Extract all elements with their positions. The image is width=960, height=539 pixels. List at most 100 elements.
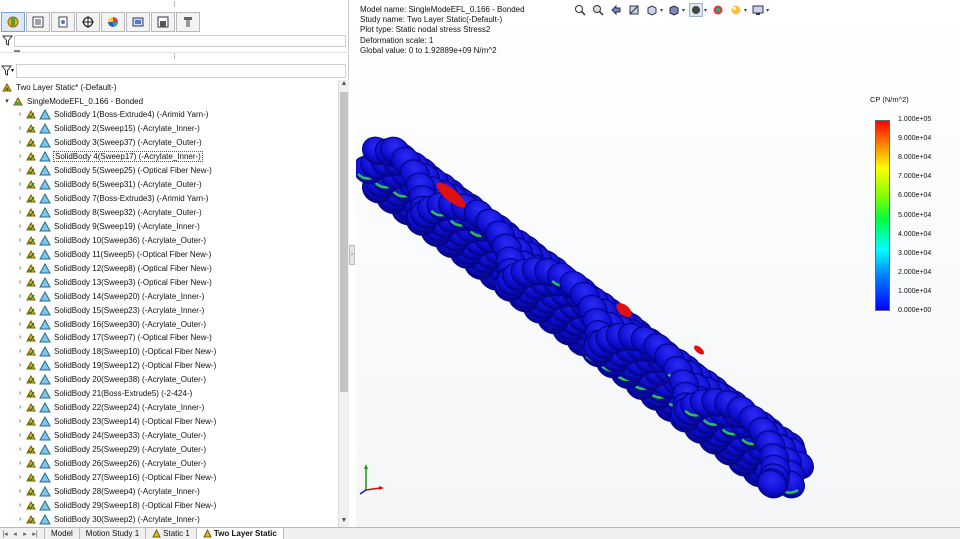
view-orientation-icon[interactable] <box>645 3 659 17</box>
expand-arrow-icon[interactable]: › <box>15 488 25 495</box>
tab-2[interactable]: Static 1 <box>146 528 197 539</box>
tab-dimxpert[interactable] <box>76 12 100 32</box>
expand-arrow-icon[interactable]: › <box>15 139 25 146</box>
expand-arrow-icon[interactable]: › <box>15 446 25 453</box>
solid-body-item[interactable]: › SolidBody 1(Boss-Extrude4) (-Arimid Yar… <box>0 108 338 122</box>
collapse-arrow-icon[interactable]: ▾ <box>2 97 12 105</box>
tab-display-manager[interactable] <box>151 12 175 32</box>
expand-arrow-icon[interactable]: › <box>15 279 25 286</box>
expand-arrow-icon[interactable]: › <box>15 376 25 383</box>
panel-grip-middle[interactable]: ⁝ <box>0 52 349 62</box>
solid-body-item[interactable]: › SolidBody 27(Sweep16) (-Optical Fiber N… <box>0 470 338 484</box>
solid-body-item[interactable]: › SolidBody 6(Sweep31) (-Acrylate_Outer-) <box>0 178 338 192</box>
dropdown-caret-icon[interactable]: ▾ <box>660 7 663 14</box>
tab-configuration-manager[interactable] <box>51 12 75 32</box>
previous-view-icon[interactable] <box>609 3 623 17</box>
tree-part[interactable]: ▾ SingleModeEFL_0.166 - Bonded <box>0 94 338 108</box>
expand-arrow-icon[interactable]: › <box>15 293 25 300</box>
filter-input[interactable] <box>16 64 346 78</box>
expand-arrow-icon[interactable]: › <box>15 265 25 272</box>
expand-arrow-icon[interactable]: › <box>15 237 25 244</box>
display-style-icon[interactable] <box>667 3 681 17</box>
tree-root-study[interactable]: Two Layer Static* (-Default-) <box>0 80 338 94</box>
expand-arrow-icon[interactable]: › <box>15 418 25 425</box>
edit-appearance-icon[interactable] <box>711 3 725 17</box>
expand-arrow-icon[interactable]: › <box>15 321 25 328</box>
tab-0[interactable]: Model <box>45 528 80 539</box>
expand-arrow-icon[interactable]: › <box>15 460 25 467</box>
expand-arrow-icon[interactable]: › <box>15 516 25 523</box>
next-tab-icon[interactable]: ▸ <box>20 530 30 538</box>
filter-input-top[interactable] <box>14 35 346 47</box>
view-settings-icon[interactable] <box>751 3 765 17</box>
dropdown-caret-icon[interactable]: ▾ <box>766 7 769 14</box>
expand-arrow-icon[interactable]: › <box>15 195 25 202</box>
expand-arrow-icon[interactable]: › <box>15 125 25 132</box>
solid-body-item[interactable]: › SolidBody 3(Sweep37) (-Acrylate_Outer-) <box>0 136 338 150</box>
solid-body-item[interactable]: › SolidBody 7(Boss-Extrude3) (-Arimid Yar… <box>0 192 338 206</box>
dropdown-caret-icon[interactable]: ▾ <box>682 7 685 14</box>
section-view-icon[interactable] <box>627 3 641 17</box>
solid-body-item[interactable]: › SolidBody 30(Sweep2) (-Acrylate_Inner-) <box>0 512 338 526</box>
tab-1[interactable]: Motion Study 1 <box>80 528 147 539</box>
expand-arrow-icon[interactable]: › <box>15 348 25 355</box>
expand-arrow-icon[interactable]: › <box>15 209 25 216</box>
solid-body-item[interactable]: › SolidBody 8(Sweep32) (-Acrylate_Outer-) <box>0 206 338 220</box>
scroll-down-icon[interactable]: ▼ <box>339 517 349 527</box>
solid-body-item[interactable]: › SolidBody 19(Sweep12) (-Optical Fiber N… <box>0 359 338 373</box>
solid-body-item[interactable]: › SolidBody 14(Sweep20) (-Acrylate_Inner-… <box>0 289 338 303</box>
tab-simulation-study[interactable] <box>1 12 25 32</box>
expand-arrow-icon[interactable]: › <box>15 404 25 411</box>
solid-body-item[interactable]: › SolidBody 13(Sweep3) (-Optical Fiber Ne… <box>0 275 338 289</box>
solid-body-item[interactable]: › SolidBody 10(Sweep36) (-Acrylate_Outer-… <box>0 233 338 247</box>
scroll-thumb[interactable] <box>340 92 348 392</box>
expand-arrow-icon[interactable]: › <box>15 251 25 258</box>
solid-body-item[interactable]: › SolidBody 15(Sweep23) (-Acrylate_Inner-… <box>0 303 338 317</box>
dropdown-caret-icon[interactable]: ▾ <box>744 7 747 14</box>
solid-body-item[interactable]: › SolidBody 25(Sweep29) (-Acrylate_Outer-… <box>0 443 338 457</box>
tab-camview[interactable] <box>126 12 150 32</box>
solid-body-item[interactable]: › SolidBody 16(Sweep30) (-Acrylate_Outer-… <box>0 317 338 331</box>
solid-body-item[interactable]: › SolidBody 9(Sweep19) (-Acrylate_Inner-) <box>0 220 338 234</box>
filter-icon[interactable] <box>2 35 13 46</box>
expand-arrow-icon[interactable]: › <box>15 181 25 188</box>
tree-scrollbar[interactable]: ▲ ▼ <box>338 80 349 527</box>
solid-body-item[interactable]: › SolidBody 5(Sweep25) (-Optical Fiber Ne… <box>0 164 338 178</box>
zoom-to-fit-icon[interactable] <box>573 3 587 17</box>
expand-arrow-icon[interactable]: › <box>15 223 25 230</box>
hide-show-items-icon[interactable] <box>689 3 704 17</box>
solid-body-item[interactable]: › SolidBody 26(Sweep26) (-Acrylate_Outer-… <box>0 456 338 470</box>
expand-arrow-icon[interactable]: › <box>15 153 25 160</box>
expand-arrow-icon[interactable]: › <box>15 474 25 481</box>
graphics-area[interactable]: Model name: SingleModeEFL_0.166 - Bonded… <box>356 0 960 527</box>
expand-arrow-icon[interactable]: › <box>15 390 25 397</box>
panel-collapse-handle[interactable]: › <box>349 245 355 265</box>
solid-body-item[interactable]: › SolidBody 29(Sweep18) (-Optical Fiber N… <box>0 498 338 512</box>
expand-arrow-icon[interactable]: › <box>15 334 25 341</box>
solid-body-item[interactable]: › SolidBody 11(Sweep5) (-Optical Fiber Ne… <box>0 247 338 261</box>
solid-body-item[interactable]: › SolidBody 18(Sweep10) (-Optical Fiber N… <box>0 345 338 359</box>
apply-scene-icon[interactable] <box>729 3 743 17</box>
solid-body-item[interactable]: › SolidBody 12(Sweep8) (-Optical Fiber Ne… <box>0 261 338 275</box>
filter-dropdown-caret-icon[interactable]: ▾ <box>11 67 14 74</box>
scroll-up-icon[interactable]: ▲ <box>339 80 349 90</box>
solid-body-item[interactable]: › SolidBody 17(Sweep7) (-Optical Fiber Ne… <box>0 331 338 345</box>
tab-simulation-tree[interactable] <box>176 12 200 32</box>
solid-body-item[interactable]: › SolidBody 23(Sweep14) (-Optical Fiber N… <box>0 415 338 429</box>
solid-body-item[interactable]: › SolidBody 28(Sweep4) (-Acrylate_Inner-) <box>0 484 338 498</box>
tab-3[interactable]: Two Layer Static <box>196 528 284 539</box>
tab-property-manager[interactable] <box>26 12 50 32</box>
zoom-to-area-icon[interactable] <box>591 3 605 17</box>
expand-arrow-icon[interactable]: › <box>15 362 25 369</box>
expand-arrow-icon[interactable]: › <box>15 167 25 174</box>
solid-body-item[interactable]: › SolidBody 22(Sweep24) (-Acrylate_Inner-… <box>0 401 338 415</box>
prev-tab-icon[interactable]: ◂ <box>10 530 20 538</box>
solid-body-item[interactable]: › SolidBody 21(Boss-Extrude5) (-2-424-) <box>0 387 338 401</box>
expand-arrow-icon[interactable]: › <box>15 502 25 509</box>
solid-body-item[interactable]: › SolidBody 2(Sweep15) (-Acrylate_Inner-) <box>0 122 338 136</box>
panel-grip-top[interactable]: ⁝ <box>0 0 349 12</box>
solid-body-item[interactable]: › SolidBody 4(Sweep17) (-Acrylate_Inner-) <box>0 150 338 164</box>
solid-body-item[interactable]: › SolidBody 24(Sweep33) (-Acrylate_Outer-… <box>0 429 338 443</box>
last-tab-icon[interactable]: ▸| <box>30 530 40 538</box>
expand-arrow-icon[interactable]: › <box>15 432 25 439</box>
